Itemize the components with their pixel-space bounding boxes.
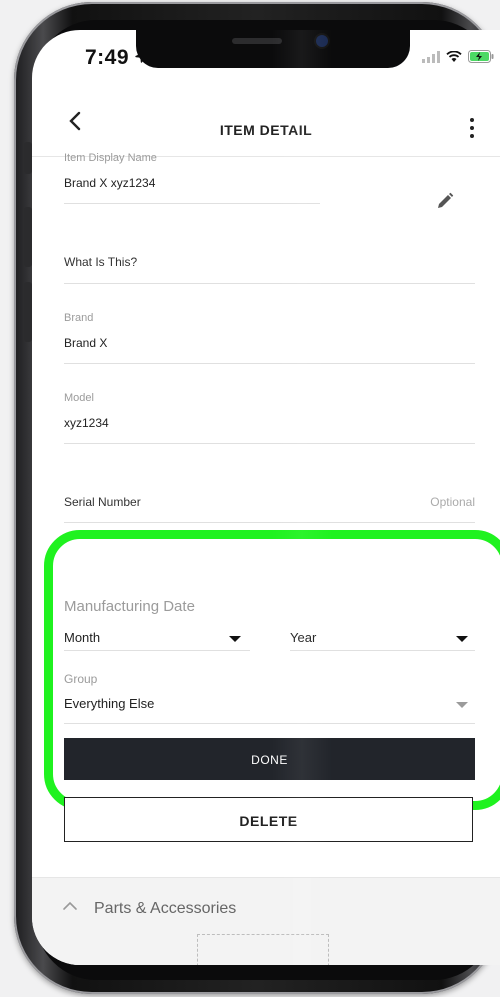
status-bar: 7:49 — [32, 30, 500, 88]
done-button[interactable]: DONE — [64, 738, 475, 780]
speaker — [232, 38, 282, 44]
field-underline — [64, 443, 475, 444]
chevron-up-icon — [63, 901, 77, 910]
field-underline — [64, 723, 475, 724]
field-underline — [64, 203, 320, 204]
status-icons — [422, 50, 494, 63]
what-is-this-label: What Is This? — [64, 255, 138, 269]
add-part-placeholder[interactable] — [197, 934, 329, 965]
month-select[interactable]: Month — [64, 622, 250, 662]
caret-down-icon — [456, 702, 468, 708]
field-underline — [64, 283, 475, 284]
volume-up-button — [24, 207, 32, 267]
serial-number-field[interactable]: Serial Number Optional — [64, 495, 475, 525]
app-screen: 7:49 ITEM DETAIL Item Display Name Brand… — [32, 30, 500, 965]
wifi-icon — [446, 50, 462, 62]
group-label: Group — [64, 672, 98, 686]
year-select-value: Year — [290, 630, 317, 645]
serial-number-label: Serial Number — [64, 495, 141, 509]
caret-down-icon — [456, 636, 468, 642]
field-underline — [64, 650, 250, 651]
display-name-label: Item Display Name — [64, 152, 157, 164]
display-name-value: Brand X xyz1234 — [64, 176, 156, 190]
brand-label: Brand — [64, 312, 94, 324]
parts-accessories-section[interactable]: Parts & Accessories — [32, 877, 500, 965]
optional-hint: Optional — [430, 495, 475, 509]
more-options-button[interactable] — [470, 118, 476, 142]
model-field[interactable]: Model xyz1234 — [64, 392, 475, 444]
field-underline — [64, 363, 475, 364]
model-label: Model — [64, 392, 94, 404]
app-header: ITEM DETAIL — [32, 88, 500, 157]
page-title: ITEM DETAIL — [219, 122, 313, 138]
year-select[interactable]: Year — [290, 622, 475, 662]
more-dot-icon — [470, 118, 474, 122]
manufacturing-date-title: Manufacturing Date — [64, 598, 195, 615]
caret-down-icon — [229, 636, 241, 642]
field-underline — [290, 650, 475, 651]
signal-icon — [422, 50, 440, 63]
month-select-value: Month — [64, 630, 101, 645]
parts-accessories-label: Parts & Accessories — [94, 900, 237, 917]
front-camera — [316, 35, 328, 47]
more-dot-icon — [470, 134, 474, 138]
what-is-this-field[interactable]: What Is This? — [64, 255, 475, 285]
delete-button[interactable]: DELETE — [64, 797, 473, 842]
volume-down-button — [24, 282, 32, 342]
mute-switch — [24, 142, 32, 174]
group-select[interactable]: Group Everything Else — [64, 672, 475, 724]
display-name-field[interactable]: Item Display Name Brand X xyz1234 — [64, 152, 324, 204]
edit-pencil-icon[interactable] — [436, 192, 454, 210]
notch — [136, 30, 410, 68]
field-underline — [64, 522, 475, 523]
brand-field[interactable]: Brand Brand X — [64, 312, 475, 364]
more-dot-icon — [470, 126, 474, 130]
brand-value: Brand X — [64, 336, 108, 350]
battery-charging-icon — [468, 50, 494, 63]
group-value: Everything Else — [64, 696, 155, 711]
model-value: xyz1234 — [64, 416, 109, 430]
